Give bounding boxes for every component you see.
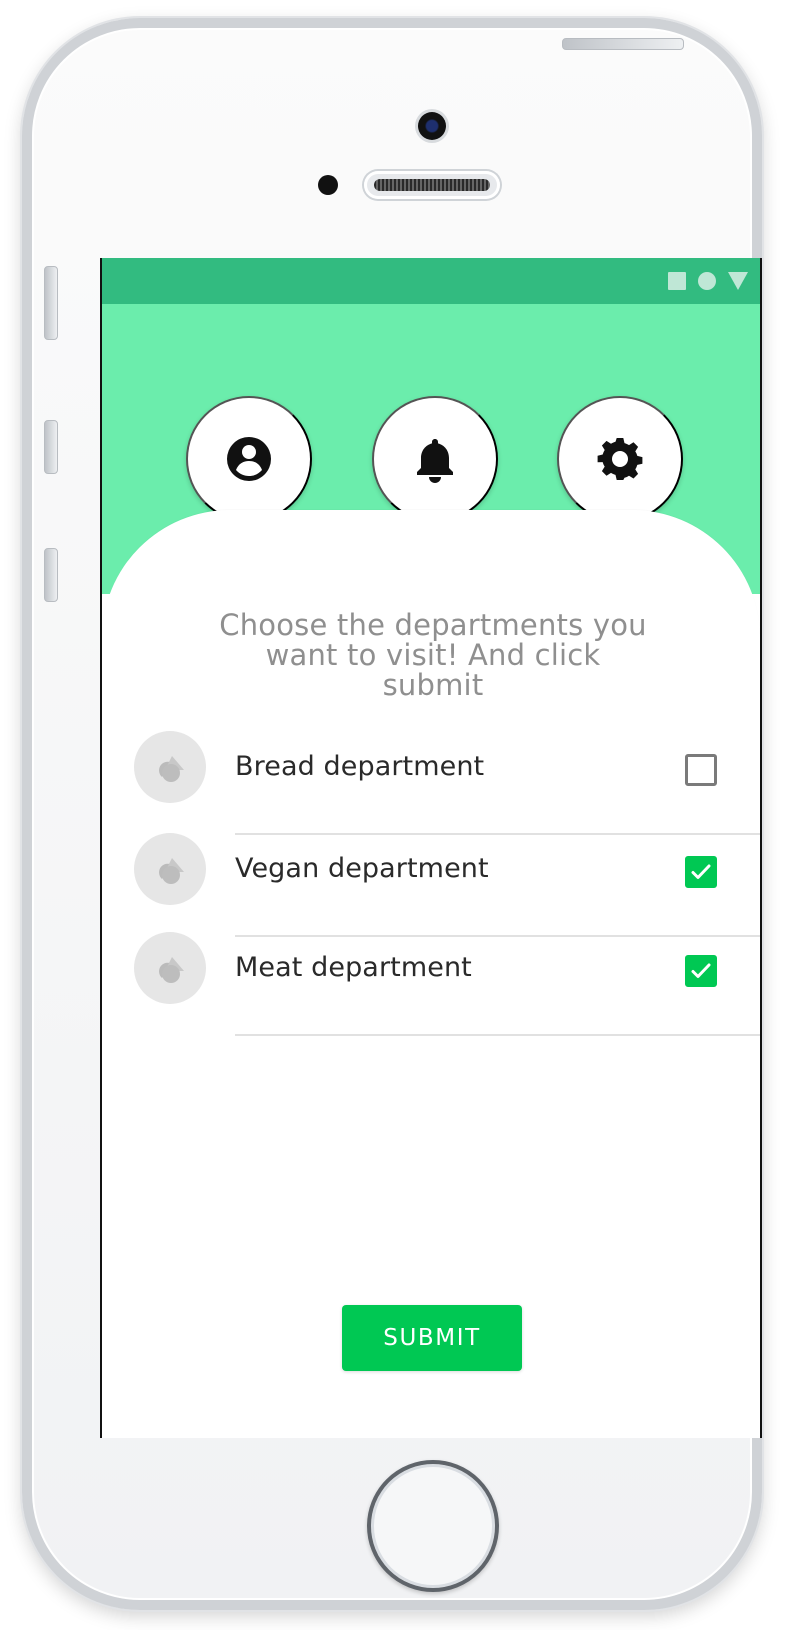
department-row-bread[interactable]: Bread department — [102, 731, 760, 835]
bread-department-checkbox[interactable] — [685, 754, 717, 786]
sensor-icon — [318, 175, 338, 195]
department-avatar — [134, 932, 206, 1004]
page-title: Choose the departments you want to visit… — [219, 608, 647, 702]
department-label: Bread department — [235, 751, 485, 782]
silent-switch — [44, 266, 58, 340]
vegan-department-checkbox[interactable] — [685, 856, 717, 888]
volume-up-button — [44, 420, 58, 474]
profile-icon — [227, 437, 271, 481]
department-avatar — [134, 731, 206, 803]
department-placeholder-icon — [159, 957, 184, 983]
status-bar — [102, 258, 760, 304]
department-placeholder-icon — [159, 756, 184, 782]
phone-frame: Choose the departments you want to visit… — [22, 18, 762, 1610]
camera-icon — [418, 112, 446, 140]
bell-icon — [417, 439, 453, 483]
department-label: Vegan department — [235, 853, 489, 884]
department-label: Meat department — [235, 952, 472, 983]
notifications-button[interactable] — [372, 396, 498, 522]
circle-status-icon — [698, 272, 716, 290]
page: Choose the departments you want to visit… — [0, 0, 794, 1630]
department-avatar — [134, 833, 206, 905]
department-row-vegan[interactable]: Vegan department — [102, 833, 760, 937]
square-status-icon — [668, 272, 686, 290]
volume-down-button — [44, 548, 58, 602]
profile-button[interactable] — [186, 396, 312, 522]
check-icon — [691, 963, 711, 978]
home-button[interactable] — [367, 1460, 499, 1592]
settings-button[interactable] — [557, 396, 683, 522]
submit-button[interactable]: SUBMIT — [342, 1305, 522, 1371]
row-divider — [235, 1034, 760, 1036]
phone-screen: Choose the departments you want to visit… — [100, 258, 762, 1438]
gear-icon — [597, 438, 643, 480]
department-row-meat[interactable]: Meat department — [102, 932, 760, 1036]
speaker-grille — [364, 171, 500, 199]
check-icon — [691, 864, 711, 879]
power-button — [562, 38, 684, 50]
meat-department-checkbox[interactable] — [685, 955, 717, 987]
department-placeholder-icon — [159, 858, 184, 884]
triangle-status-icon — [728, 272, 748, 290]
